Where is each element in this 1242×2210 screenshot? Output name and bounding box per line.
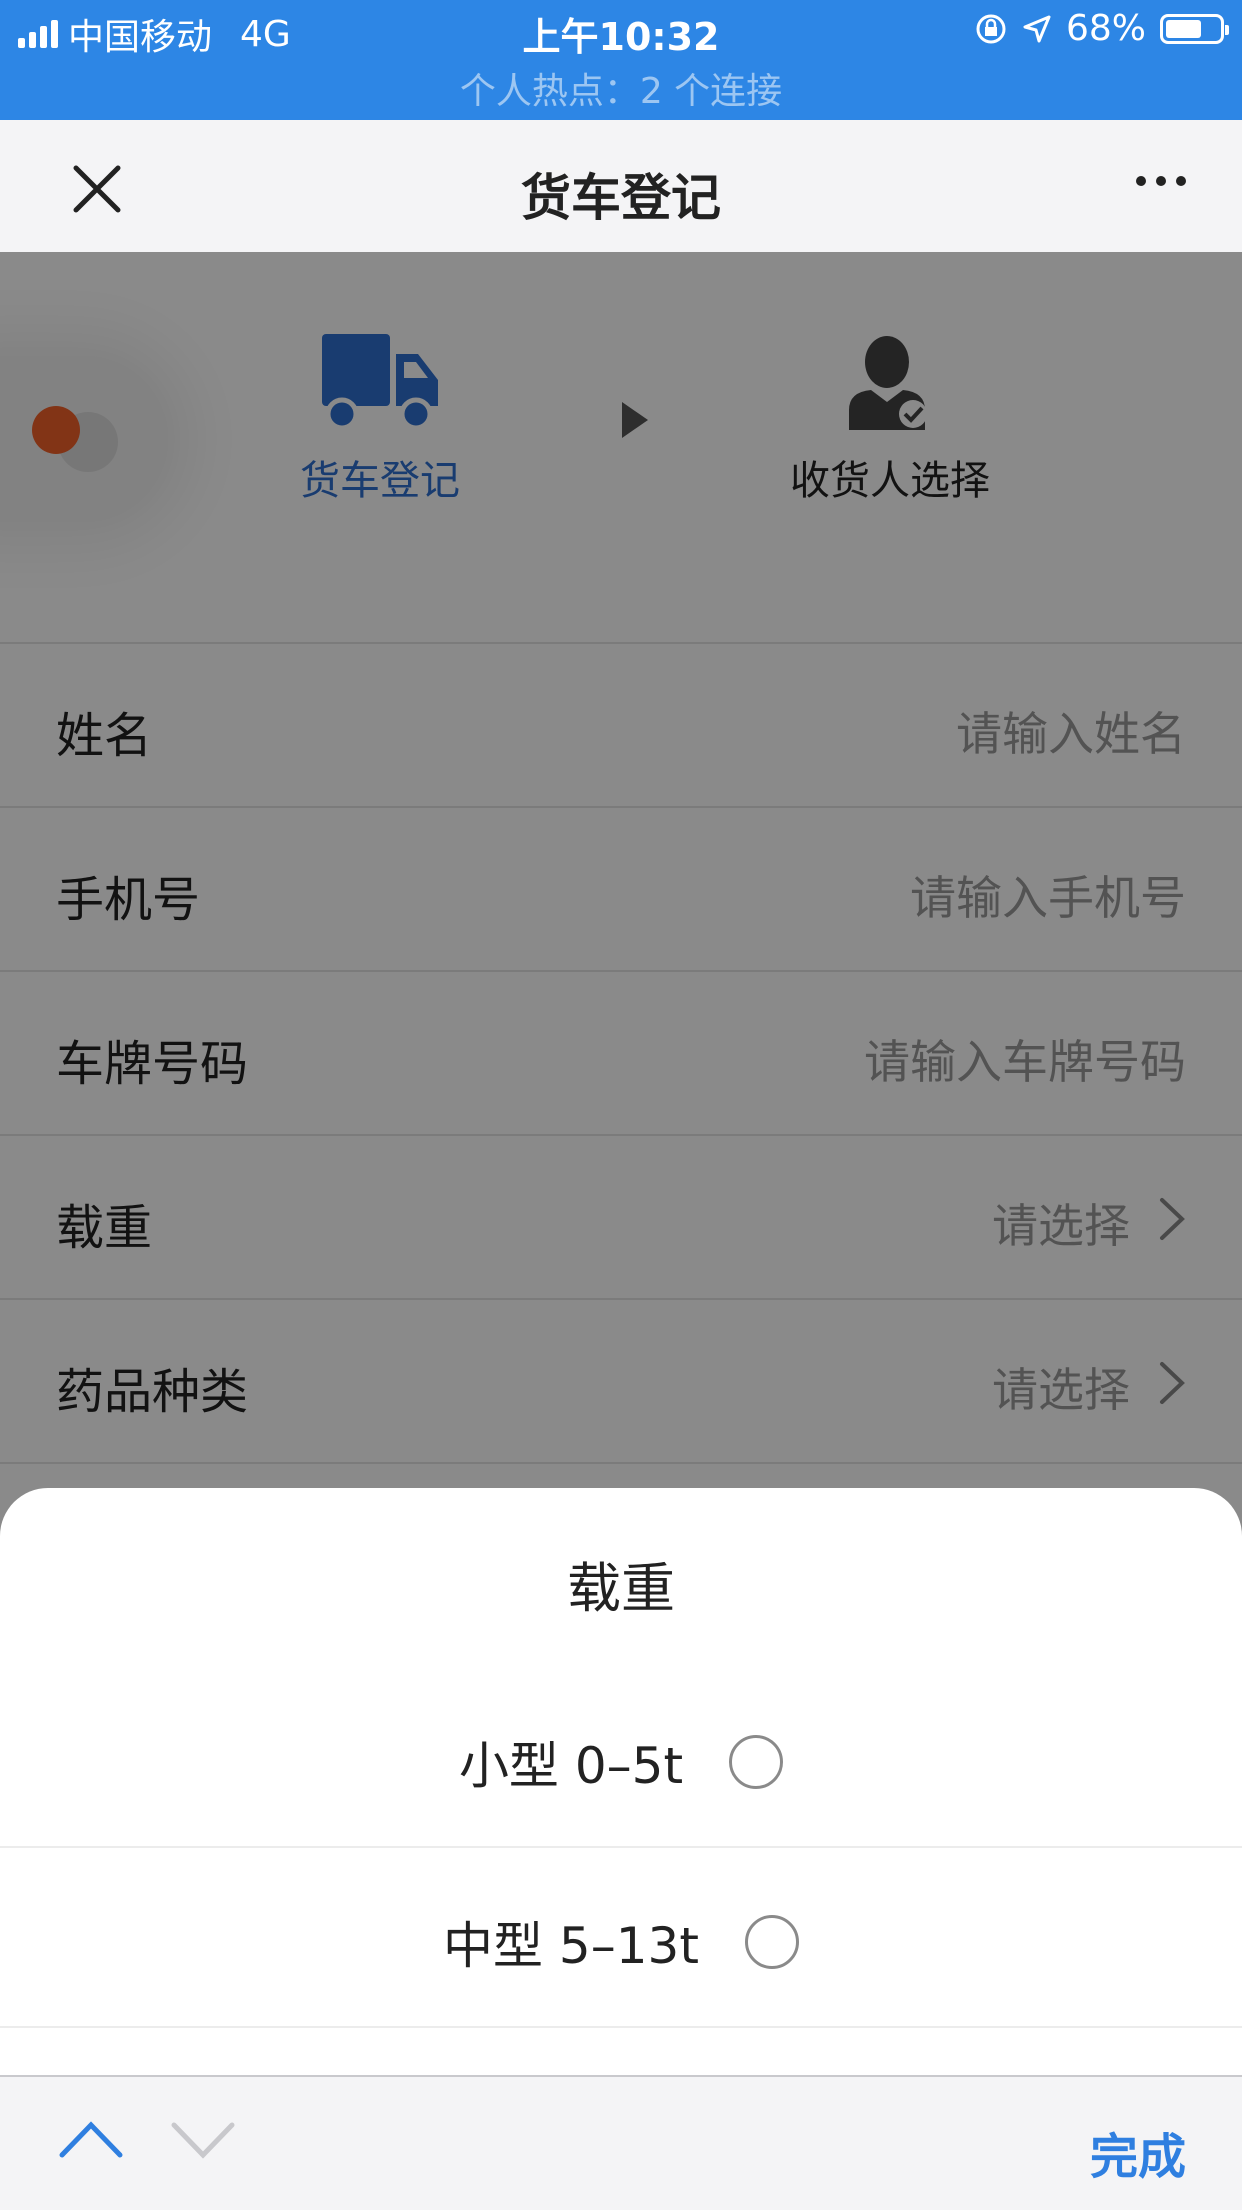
- chevron-up-icon[interactable]: [58, 2117, 124, 2161]
- status-bar: 中国移动 4G 上午10:32 68% 个人热点：2 个连接: [0, 0, 1242, 120]
- status-right: 68%: [974, 8, 1229, 49]
- radio-button[interactable]: [744, 1915, 799, 1969]
- option-label: 小型 0–5t: [458, 1737, 684, 1795]
- divider: [0, 2026, 1242, 2028]
- battery-label: 68%: [1065, 8, 1146, 49]
- radio-button[interactable]: [729, 1735, 784, 1789]
- more-icon[interactable]: [1136, 176, 1186, 186]
- hotspot-label: 个人热点：2 个连接: [459, 71, 783, 112]
- page-title: 货车登记: [521, 169, 721, 227]
- chevron-down-icon[interactable]: [170, 2117, 236, 2161]
- battery-icon: [1160, 13, 1229, 44]
- option-medium[interactable]: 中型 5–13t: [0, 1848, 1242, 2028]
- keyboard-accessory-bar: 完成: [0, 2075, 1242, 2210]
- location-icon: [1023, 15, 1051, 42]
- nav-bar: 货车登记: [0, 120, 1242, 252]
- rotation-lock-icon: [976, 14, 1006, 43]
- option-label: 中型 5–13t: [443, 1917, 699, 1975]
- done-button[interactable]: 完成: [1090, 2117, 1186, 2187]
- option-small[interactable]: 小型 0–5t: [0, 1668, 1242, 1848]
- sheet-title: 载重: [567, 1557, 675, 1620]
